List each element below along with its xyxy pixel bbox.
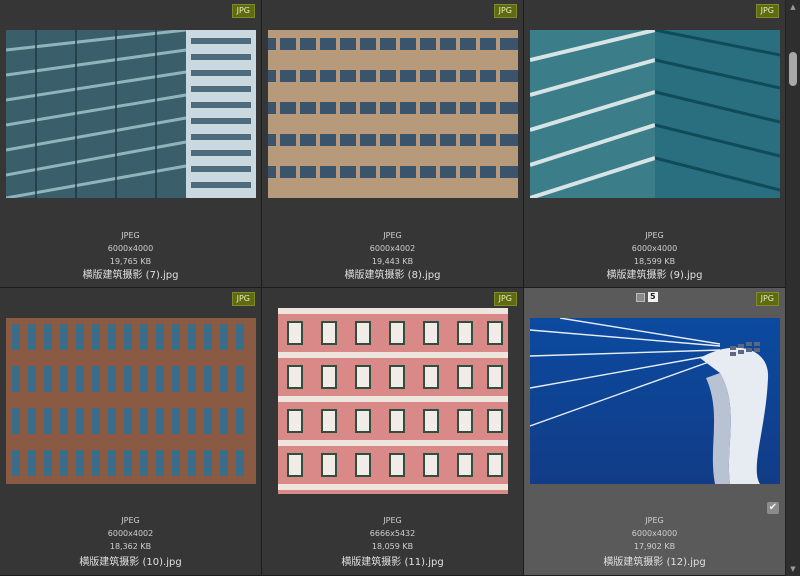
file-size: 18,599 KB xyxy=(633,257,676,266)
file-name: 横版建筑摄影 (7).jpg xyxy=(82,270,179,281)
file-size: 18,059 KB xyxy=(371,542,414,551)
format-badge: JPG xyxy=(231,292,255,306)
vertical-scrollbar[interactable]: ▲ ▼ xyxy=(785,0,800,576)
file-dimensions: 6666x5432 xyxy=(369,529,416,538)
thumbnail-cell[interactable]: JPG xyxy=(524,0,786,288)
thumbnail-image[interactable] xyxy=(6,30,256,198)
checkmark-icon[interactable]: ✔ xyxy=(767,502,779,514)
file-format: JPEG xyxy=(121,231,140,240)
format-badge: JPG xyxy=(493,4,517,18)
format-badge: JPG xyxy=(755,4,779,18)
thumbnail-image[interactable] xyxy=(268,30,518,198)
file-format: JPEG xyxy=(383,231,402,240)
file-format: JPEG xyxy=(645,516,664,525)
file-meta: JPEG 6000x4002 19,443 KB xyxy=(262,229,523,268)
stack-icon xyxy=(636,292,645,302)
file-meta: JPEG 6000x4000 19,765 KB xyxy=(0,229,261,268)
scrollbar-thumb[interactable] xyxy=(789,52,797,86)
file-dimensions: 6000x4002 xyxy=(369,244,416,253)
file-size: 17,902 KB xyxy=(633,542,676,551)
file-size: 19,765 KB xyxy=(109,257,152,266)
stack-count: 5 xyxy=(648,292,658,302)
thumbnail-cell[interactable]: JPG xyxy=(262,0,524,288)
thumbnail-cell[interactable]: JPG JPEG 6666x5432 18,059 KB 横版建筑摄影 (11)… xyxy=(262,288,524,576)
file-dimensions: 6000x4000 xyxy=(631,244,678,253)
file-meta: JPEG 6000x4000 18,599 KB xyxy=(524,229,785,268)
file-meta: JPEG 6000x4002 18,362 KB xyxy=(0,514,261,553)
file-name: 横版建筑摄影 (8).jpg xyxy=(344,270,441,281)
chevron-up-icon[interactable]: ▲ xyxy=(786,0,800,14)
thumbnail-image[interactable] xyxy=(530,318,780,484)
file-meta: JPEG 6000x4000 17,902 KB xyxy=(524,514,785,553)
thumbnail-image[interactable] xyxy=(6,318,256,484)
file-name: 横版建筑摄影 (11).jpg xyxy=(341,557,444,568)
file-dimensions: 6000x4002 xyxy=(107,529,154,538)
file-size: 19,443 KB xyxy=(371,257,414,266)
thumbnail-cell-selected[interactable]: 5 JPG ✔ JPEG 6000x4000 17,902 KB 横版建筑摄影 … xyxy=(524,288,786,576)
file-format: JPEG xyxy=(645,231,664,240)
file-meta: JPEG 6666x5432 18,059 KB xyxy=(262,514,523,553)
file-name: 横版建筑摄影 (12).jpg xyxy=(603,557,706,568)
thumbnail-grid: JPG JPEG 6000x4000 19,765 KB 横版建筑摄影 (7).… xyxy=(0,0,786,576)
format-badge: JPG xyxy=(755,292,779,306)
thumbnail-cell[interactable]: JPG xyxy=(0,0,262,288)
file-name: 横版建筑摄影 (9).jpg xyxy=(606,270,703,281)
file-format: JPEG xyxy=(383,516,402,525)
thumbnail-image[interactable] xyxy=(278,308,508,494)
format-badge: JPG xyxy=(493,292,517,306)
file-name: 横版建筑摄影 (10).jpg xyxy=(79,557,182,568)
format-badge: JPG xyxy=(231,4,255,18)
thumbnail-cell[interactable]: JPG JPEG 6000x4002 18,362 KB 横版建筑摄影 (10)… xyxy=(0,288,262,576)
file-size: 18,362 KB xyxy=(109,542,152,551)
chevron-down-icon[interactable]: ▼ xyxy=(786,562,800,576)
file-format: JPEG xyxy=(121,516,140,525)
thumbnail-image[interactable] xyxy=(530,30,780,198)
file-dimensions: 6000x4000 xyxy=(107,244,154,253)
file-dimensions: 6000x4000 xyxy=(631,529,678,538)
stack-indicator[interactable]: 5 xyxy=(636,292,658,302)
